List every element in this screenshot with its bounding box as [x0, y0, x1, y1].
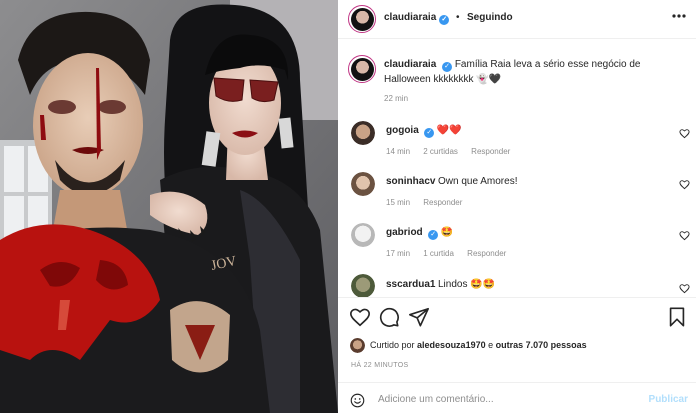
comment-meta: 17 min 1 curtida Responder: [386, 249, 517, 258]
comment-meta: 14 min 2 curtidas Responder: [386, 147, 521, 156]
verified-badge-icon: ✓: [424, 128, 435, 138]
caption-username[interactable]: claudiaraia: [384, 59, 436, 70]
comment-text: 🤩: [440, 227, 454, 238]
comment-like-heart-icon[interactable]: [679, 283, 690, 294]
comment-time: 17 min: [386, 249, 411, 258]
comment-1: gogoia ✓ ❤️❤️: [386, 125, 462, 138]
comment-username[interactable]: gogoia: [386, 125, 419, 136]
header-divider: [338, 38, 696, 39]
comment-like-heart-icon[interactable]: [679, 230, 690, 241]
like-heart-icon[interactable]: [349, 306, 371, 328]
liked-by: Curtido por aledesouza1970 e outras 7.07…: [370, 340, 587, 350]
comment-username[interactable]: sscardua1: [386, 279, 435, 290]
comments-divider: [338, 297, 696, 298]
caption-time: 22 min: [384, 94, 409, 103]
save-bookmark-icon[interactable]: [666, 306, 688, 328]
halloween-couple-photo: JOV: [0, 0, 338, 413]
comment-text: ❤️❤️: [436, 125, 462, 136]
comment-bubble-icon[interactable]: [378, 306, 400, 328]
more-options-icon[interactable]: [672, 14, 686, 18]
comment-4: sscardua1 Lindos 🤩🤩: [386, 279, 495, 290]
comment-meta: 15 min Responder: [386, 198, 473, 207]
comment-2: soninhacv Own que Amores!: [386, 176, 517, 187]
liked-by-user[interactable]: aledesouza1970: [417, 340, 486, 350]
comment-time: 15 min: [386, 198, 411, 207]
add-comment-input[interactable]: [378, 394, 628, 405]
comment-avatar[interactable]: [351, 274, 375, 298]
post-timestamp[interactable]: HÁ 22 MINUTOS: [351, 362, 408, 369]
comment-avatar[interactable]: [351, 172, 375, 196]
caption-avatar[interactable]: [348, 55, 376, 83]
comment-likes[interactable]: 1 curtida: [423, 249, 454, 258]
verified-badge-icon: ✓: [439, 15, 450, 25]
comment-text: Own que Amores!: [437, 176, 518, 187]
smiley-icon[interactable]: [350, 393, 365, 408]
liked-by-middle: e: [488, 340, 494, 350]
comment-like-heart-icon[interactable]: [679, 179, 690, 190]
add-comment-row: Publicar: [338, 386, 696, 413]
comment-text: Lindos 🤩🤩: [438, 279, 496, 290]
reply-button[interactable]: Responder: [423, 198, 462, 207]
liked-by-others[interactable]: outras 7.070 pessoas: [496, 340, 587, 350]
post-photo[interactable]: JOV: [0, 0, 338, 413]
following-button[interactable]: Seguindo: [467, 12, 513, 23]
action-bar: [338, 306, 696, 334]
comment-likes[interactable]: 2 curtidas: [423, 147, 458, 156]
comment-3: gabriod ✓ 🤩: [386, 227, 453, 240]
author-username-text[interactable]: claudiaraia: [384, 12, 436, 23]
liker-avatar[interactable]: [350, 338, 365, 353]
footer-divider: [338, 382, 696, 383]
publish-button[interactable]: Publicar: [649, 394, 688, 405]
comment-time: 14 min: [386, 147, 411, 156]
post-caption: claudiaraia ✓ Família Raia leva a sério …: [384, 57, 684, 87]
verified-badge-icon: ✓: [428, 230, 439, 240]
comment-username[interactable]: gabriod: [386, 227, 423, 238]
comment-like-heart-icon[interactable]: [679, 128, 690, 139]
header-separator: •: [456, 12, 460, 23]
comment-avatar[interactable]: [351, 121, 375, 145]
post-side-panel: claudiaraia ✓ • Seguindo claudiaraia ✓ Fa…: [338, 0, 696, 413]
share-send-icon[interactable]: [408, 306, 430, 328]
reply-button[interactable]: Responder: [467, 249, 506, 258]
comment-avatar[interactable]: [351, 223, 375, 247]
comment-username[interactable]: soninhacv: [386, 176, 435, 187]
verified-badge-icon: ✓: [442, 62, 453, 72]
reply-button[interactable]: Responder: [471, 147, 510, 156]
author-username[interactable]: claudiaraia ✓: [384, 12, 450, 25]
caption-emoji: 👻🖤: [476, 74, 502, 85]
author-avatar[interactable]: [348, 5, 376, 33]
liked-by-prefix: Curtido por: [370, 340, 415, 350]
